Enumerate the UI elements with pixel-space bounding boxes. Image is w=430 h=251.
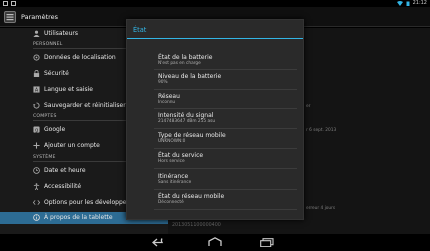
item-divider	[154, 189, 297, 190]
status-item-value: Inconnu	[158, 100, 176, 105]
status-item-title: État du réseau mobile	[158, 193, 225, 200]
info-icon	[33, 214, 40, 221]
status-item-title: Itinérance	[158, 173, 189, 180]
pane-text: erreur 4 jours	[306, 206, 336, 211]
section-comptes: COMPTES	[33, 114, 57, 119]
users-icon	[33, 30, 40, 37]
status-item-signal-strength: Intensité du signal 2147483647 dBm 255 a…	[158, 112, 293, 125]
status-item-mobile-network-state: État du réseau mobile Déconnecté	[158, 193, 293, 206]
status-item-value: UNKNOWN:0	[158, 139, 186, 144]
status-item-value: Déconnecté	[158, 200, 184, 205]
language-icon: A	[33, 86, 40, 93]
build-number: 2013051100000400	[172, 223, 221, 228]
status-item-network-type: Type de réseau mobile UNKNOWN:0	[158, 132, 293, 145]
status-item-title: Type de réseau mobile	[158, 132, 226, 139]
status-item-roaming: Itinérance Sans itinérance	[158, 173, 293, 186]
item-divider	[154, 108, 297, 109]
svg-text:g: g	[35, 128, 38, 133]
item-divider	[154, 148, 297, 149]
status-bar: 21:12	[0, 0, 430, 7]
dialog-title-divider	[127, 38, 303, 39]
app-title: Paramètres	[21, 13, 59, 21]
battery-icon	[406, 1, 410, 6]
accessibility-icon	[33, 183, 40, 190]
section-systeme: SYSTÈME	[33, 155, 56, 160]
sidebar-item-label: Options pour les développe…	[44, 199, 133, 206]
item-divider	[154, 128, 297, 129]
sidebar-item-label: Accessibilité	[44, 183, 82, 190]
sidebar-item-label: À propos de la tablette	[44, 214, 113, 221]
item-divider	[154, 168, 297, 169]
item-divider	[154, 69, 297, 70]
status-right: 21:12	[396, 0, 427, 6]
status-item-value: 2147483647 dBm 255 asu	[158, 119, 216, 124]
backup-icon	[33, 102, 40, 109]
notification-icons	[3, 1, 16, 6]
section-personnel: PERSONNEL	[33, 42, 63, 47]
home-icon[interactable]	[207, 237, 223, 247]
sidebar-item-label: Langue et saisie	[44, 86, 93, 93]
settings-app-icon[interactable]	[4, 11, 16, 23]
sidebar-item-label: Sécurité	[44, 70, 69, 77]
wifi-icon	[396, 0, 403, 6]
status-item-value: N'est pas en charge	[158, 61, 201, 66]
google-icon: g	[33, 126, 40, 133]
sidebar-item-label: Google	[44, 126, 66, 133]
sidebar-item-label: Ajouter un compte	[44, 142, 100, 149]
recent-apps-icon[interactable]	[260, 238, 274, 247]
item-divider	[154, 209, 297, 210]
status-item-service-state: État du service Hors service	[158, 152, 293, 165]
status-dialog: État État de la batterie N'est pas en ch…	[126, 19, 304, 220]
status-item-value: 90%	[158, 80, 168, 85]
sidebar-item-label: Date et heure	[44, 167, 86, 174]
status-item-title: Réseau	[158, 93, 180, 100]
clock-time: 21:12	[412, 0, 427, 6]
status-item-title: Intensité du signal	[158, 112, 214, 119]
dialog-title: État	[133, 26, 147, 34]
item-divider	[154, 89, 297, 90]
pane-text: er	[306, 104, 311, 109]
add-icon	[33, 142, 40, 149]
status-item-value: Sans itinérance	[158, 180, 192, 185]
status-item-value: Hors service	[158, 159, 185, 164]
navigation-bar	[0, 234, 430, 251]
status-item-battery-level: Niveau de la batterie 90%	[158, 73, 293, 86]
back-icon[interactable]	[152, 238, 168, 247]
notification-icon	[11, 1, 16, 6]
status-item-title: Niveau de la batterie	[158, 73, 222, 80]
status-item-battery-state: État de la batterie N'est pas en charge	[158, 54, 293, 67]
status-item-title: État du service	[158, 152, 204, 159]
status-item-network: Réseau Inconnu	[158, 93, 293, 106]
location-icon	[33, 54, 40, 61]
clock-icon	[33, 167, 40, 174]
sidebar-item-label: Utilisateurs	[44, 30, 78, 37]
sidebar-item-label: Sauvegarder et réinitialiser	[44, 102, 126, 109]
status-item-title: État de la batterie	[158, 54, 213, 61]
developer-icon	[33, 200, 40, 205]
lock-icon	[33, 70, 40, 77]
notification-icon	[3, 1, 8, 6]
pane-text: r 6 sept. 2013	[306, 128, 337, 133]
sidebar-item-label: Données de localisation	[44, 54, 116, 61]
